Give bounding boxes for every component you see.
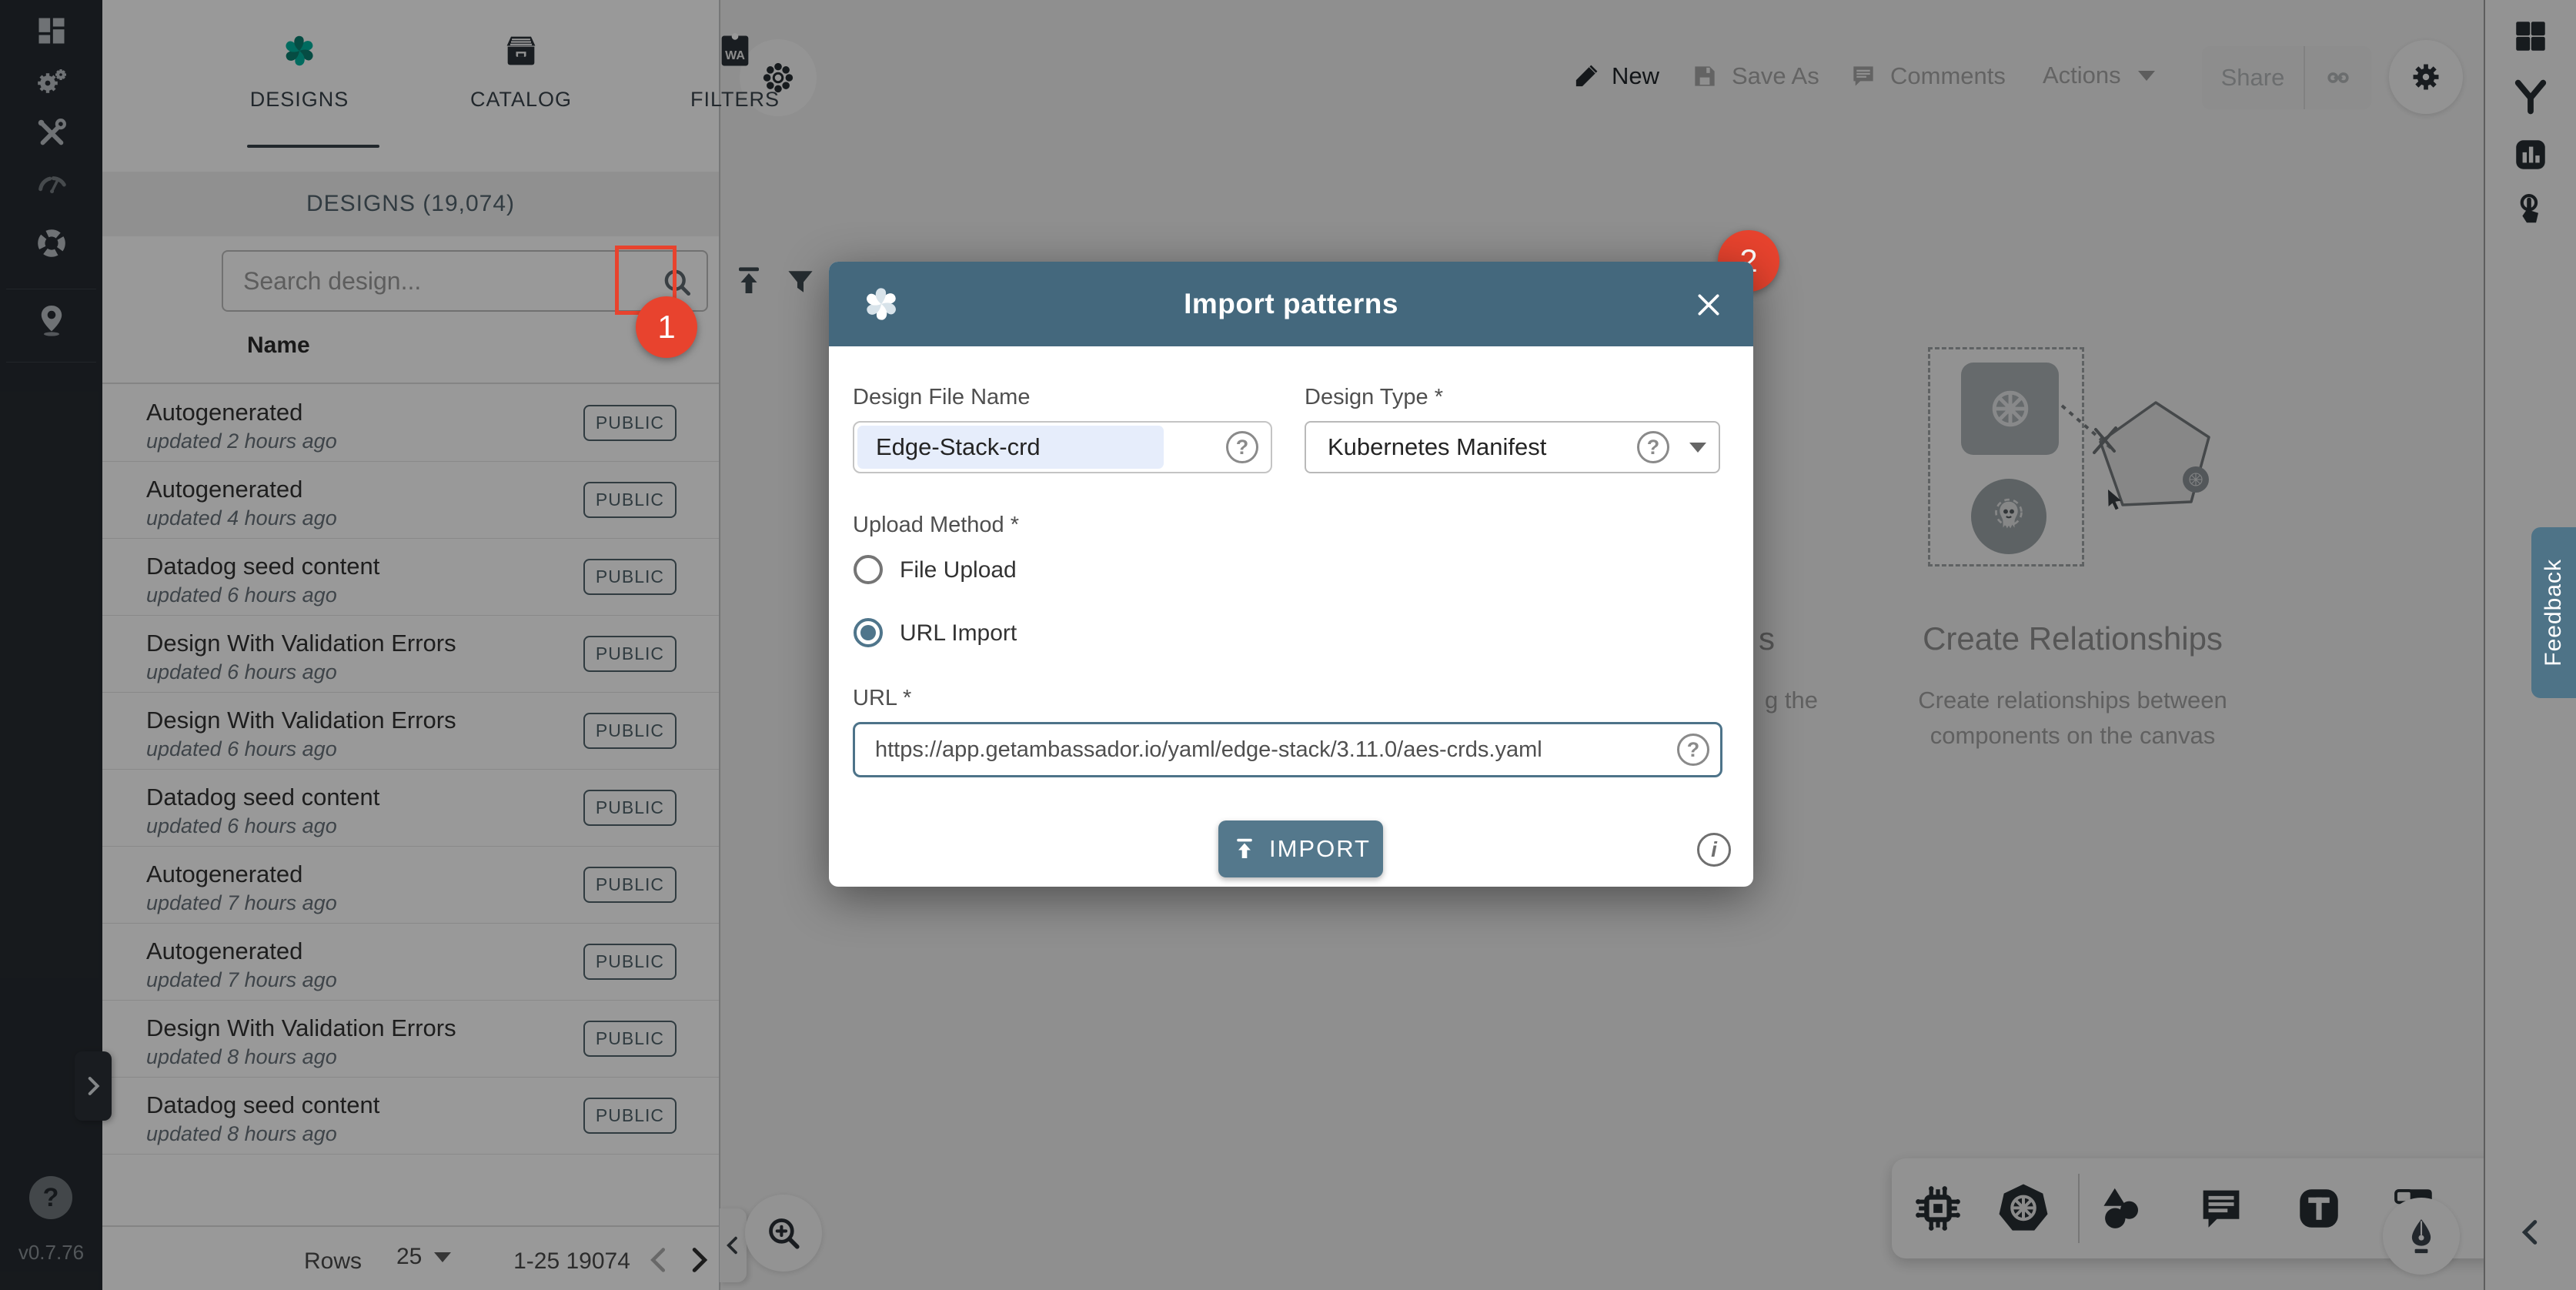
design-file-name-field[interactable]: Edge-Stack-crd ? xyxy=(853,421,1272,473)
file-upload-option-label: File Upload xyxy=(900,557,1017,583)
url-import-radio[interactable] xyxy=(854,618,883,647)
close-icon xyxy=(1693,289,1724,320)
import-button[interactable]: IMPORT xyxy=(1218,820,1383,877)
url-import-option-label: URL Import xyxy=(900,620,1017,647)
url-input[interactable]: https://app.getambassador.io/yaml/edge-s… xyxy=(853,722,1722,777)
annotation-step-1: 1 xyxy=(636,296,697,358)
help-icon[interactable]: ? xyxy=(1637,431,1669,463)
modal-title: Import patterns xyxy=(829,288,1753,320)
design-type-select[interactable]: Kubernetes Manifest ? xyxy=(1305,421,1720,473)
upload-method-label: Upload Method * xyxy=(853,513,1019,538)
feedback-tab[interactable]: Feedback xyxy=(2531,527,2576,698)
modal-header: Import patterns xyxy=(829,262,1753,346)
import-patterns-modal: Import patterns Design File Name Edge-St… xyxy=(829,262,1753,887)
design-file-name-label: Design File Name xyxy=(853,385,1030,410)
design-type-label: Design Type * xyxy=(1305,385,1443,410)
file-upload-radio[interactable] xyxy=(854,555,883,584)
design-type-value: Kubernetes Manifest xyxy=(1328,433,1546,461)
upload-icon xyxy=(1231,835,1258,863)
design-file-name-value: Edge-Stack-crd xyxy=(876,433,1041,461)
info-icon[interactable]: i xyxy=(1697,833,1731,867)
close-button[interactable] xyxy=(1690,286,1727,323)
chevron-down-icon xyxy=(1689,443,1706,453)
meshery-app: ? v0.7.76 DESIGNS CATALOG WA xyxy=(0,0,2576,1290)
url-label: URL * xyxy=(853,686,911,711)
help-icon[interactable]: ? xyxy=(1226,431,1258,463)
help-icon[interactable]: ? xyxy=(1677,734,1709,766)
url-value: https://app.getambassador.io/yaml/edge-s… xyxy=(875,737,1542,763)
import-label: IMPORT xyxy=(1269,835,1371,863)
feedback-label: Feedback xyxy=(2541,559,2567,667)
